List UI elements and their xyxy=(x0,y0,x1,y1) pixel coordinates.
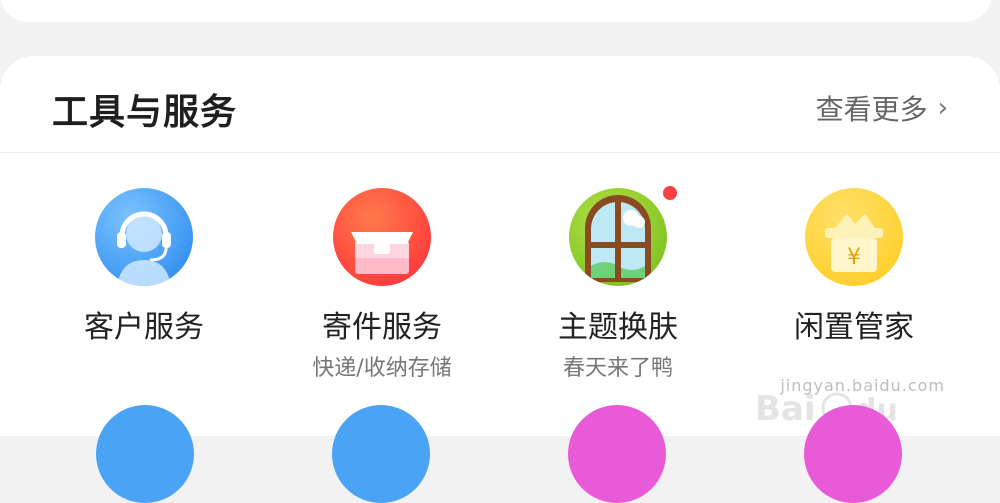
previous-card xyxy=(0,0,992,22)
chevron-right-icon: › xyxy=(937,93,948,123)
tool-label: 主题换肤 xyxy=(558,310,678,345)
section-title: 工具与服务 xyxy=(52,92,238,133)
view-more-label: 查看更多 xyxy=(815,93,928,126)
yuan-treasure-box-icon: ¥ xyxy=(805,188,903,286)
view-more-link[interactable]: 查看更多 › xyxy=(816,88,948,128)
tool-shipping[interactable]: 寄件服务 快递/收纳存储 xyxy=(264,188,500,382)
window-theme-icon xyxy=(569,188,667,286)
svg-text:Bai: Bai xyxy=(755,389,816,429)
customer-service-headset-icon xyxy=(95,188,193,286)
next-row-icon-3[interactable] xyxy=(568,405,666,503)
section-header: 工具与服务 查看更多 › xyxy=(0,56,1000,153)
tool-label: 客户服务 xyxy=(84,310,204,345)
tool-idle-manager[interactable]: ¥ 闲置管家 xyxy=(736,188,972,346)
tool-label: 闲置管家 xyxy=(794,310,914,345)
tool-subtitle: 快递/收纳存储 xyxy=(312,356,452,381)
tool-label: 寄件服务 xyxy=(322,310,442,345)
next-row-icon-4[interactable] xyxy=(804,405,902,503)
tool-theme[interactable]: 主题换肤 春天来了鸭 xyxy=(500,186,736,382)
tool-customer-service[interactable]: 客户服务 xyxy=(26,188,262,346)
next-row-icon-1[interactable] xyxy=(96,405,194,503)
tool-subtitle: 春天来了鸭 xyxy=(562,356,673,381)
watermark-url: jingyan.baidu.com xyxy=(780,376,945,395)
next-row-icon-2[interactable] xyxy=(332,405,430,503)
notification-dot xyxy=(663,186,677,200)
package-box-icon xyxy=(333,188,431,286)
svg-text:¥: ¥ xyxy=(847,245,861,270)
tools-services-card: 工具与服务 查看更多 › 客户服务 寄件服务 快递/收纳存储 主题换肤 春天来了… xyxy=(0,56,1000,436)
